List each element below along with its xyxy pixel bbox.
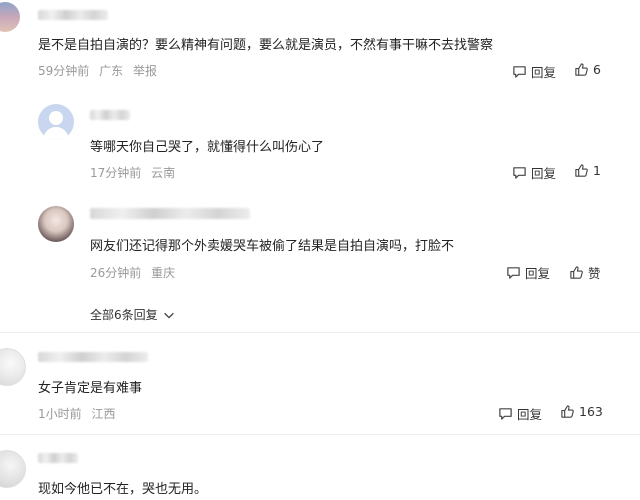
reply-button[interactable]: 回复 [498,404,542,423]
comment-time: 1小时前 [38,407,82,421]
like-count: 6 [593,62,601,77]
comment-text: 现如今他已不在，哭也无用。 [38,482,208,497]
avatar[interactable] [0,348,26,386]
comment-bubble-icon [507,267,520,279]
comment-location: 广东 [99,64,124,78]
like-label: 赞 [588,266,601,281]
username-blurred[interactable] [90,208,250,219]
comment-bubble-icon [499,408,512,420]
avatar[interactable] [38,206,74,242]
reply-label: 回复 [531,166,557,181]
avatar[interactable] [38,104,74,140]
comment-text: 网友们还记得那个外卖媛哭车被偷了结果是自拍自演吗，打脸不 [90,239,455,254]
comment-bubble-icon [513,167,526,179]
reply-button[interactable]: 回复 [512,163,556,182]
avatar[interactable] [0,450,26,488]
thumbs-up-icon [561,405,574,418]
comment-time: 59分钟前 [38,64,90,78]
comment-text: 女子肯定是有难事 [38,381,143,396]
comment-time: 17分钟前 [90,166,142,180]
show-all-replies-label: 全部6条回复 [90,308,158,322]
report-link[interactable]: 举报 [133,64,157,78]
like-button[interactable]: 1 [574,163,601,178]
default-avatar-icon [43,111,69,140]
reply-button[interactable]: 回复 [512,62,556,81]
like-button[interactable]: 赞 [569,263,601,282]
like-count: 163 [579,404,603,419]
thumbs-up-icon [570,266,583,279]
like-count: 1 [593,163,601,178]
username-blurred[interactable] [38,453,78,463]
divider [0,434,640,435]
thumbs-up-icon [575,63,588,76]
reply-button[interactable]: 回复 [506,263,550,282]
username-blurred[interactable] [38,10,108,20]
username-blurred[interactable] [38,352,148,362]
reply-label: 回复 [531,65,557,80]
comment-bubble-icon [513,66,526,78]
comment-meta: 17分钟前 云南 [90,164,175,181]
comment-text: 是不是自拍自演的？要么精神有问题，要么就是演员，不然有事干嘛不去找警察 [38,38,494,53]
comment-location: 重庆 [151,266,176,280]
reply-label: 回复 [525,266,551,281]
show-all-replies-button[interactable]: 全部6条回复 [90,306,176,323]
thumbs-up-icon [575,164,588,177]
chevron-down-icon [163,312,174,319]
like-button[interactable]: 163 [560,404,603,419]
comment-meta: 1小时前 江西 [38,405,115,422]
divider [0,332,640,333]
username-blurred[interactable] [90,110,130,120]
like-button[interactable]: 6 [574,62,601,77]
comment-text: 等哪天你自己哭了，就懂得什么叫伤心了 [90,140,325,155]
comment-time: 26分钟前 [90,266,142,280]
comment-location: 云南 [151,166,176,180]
comment-meta: 26分钟前 重庆 [90,264,175,281]
comment-meta: 59分钟前 广东 举报 [38,62,157,79]
reply-label: 回复 [517,407,543,422]
avatar[interactable] [0,2,20,32]
comment-location: 江西 [91,407,116,421]
